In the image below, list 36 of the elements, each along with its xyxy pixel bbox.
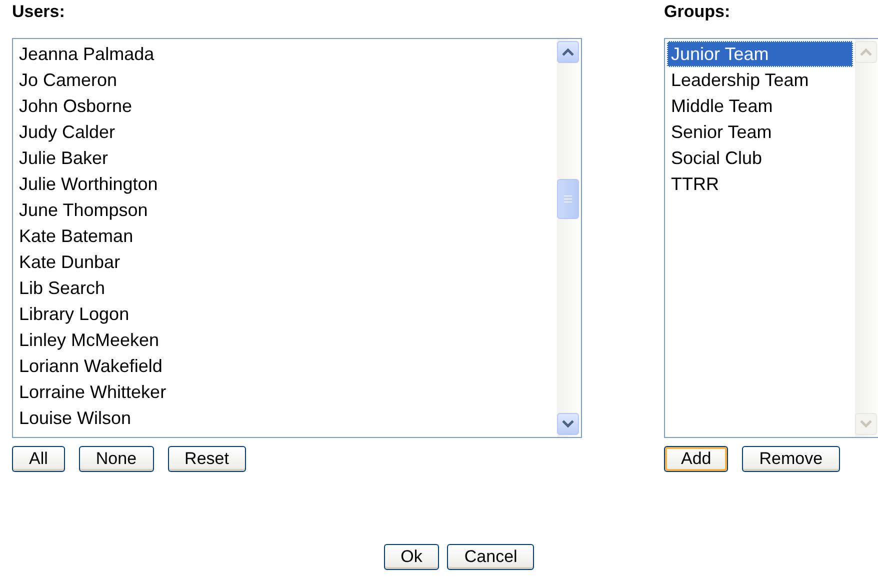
list-item[interactable]: Linley McMeeken xyxy=(15,327,164,353)
list-item[interactable]: John Osborne xyxy=(15,93,136,119)
list-item[interactable]: Middle Team xyxy=(667,93,777,119)
list-item[interactable]: Kate Dunbar xyxy=(15,249,124,275)
list-item[interactable]: Julie Baker xyxy=(15,145,112,171)
list-item[interactable]: Lorraine Whitteker xyxy=(15,379,170,405)
scroll-up-icon[interactable] xyxy=(562,48,574,56)
list-item[interactable]: Jeanna Palmada xyxy=(15,41,158,67)
list-item[interactable]: Kate Bateman xyxy=(15,223,138,249)
list-item[interactable]: Louise Wilson xyxy=(15,405,136,431)
list-box[interactable] xyxy=(12,38,582,438)
list-item[interactable]: TTRR xyxy=(667,171,723,197)
list-box[interactable]: Junior Team Leadership Team Middle Team Senior Team Social Club TTRR xyxy=(664,38,878,438)
button[interactable]: None xyxy=(78,446,154,472)
list-item[interactable]: Julie Worthington xyxy=(15,171,162,197)
scroll-down-icon[interactable] xyxy=(562,420,574,428)
list-item[interactable]: June Thompson xyxy=(15,197,152,223)
list-item[interactable]: Loriann Wakefield xyxy=(15,353,166,379)
list-item[interactable]: Senior Team xyxy=(667,119,776,145)
scroll-thumb[interactable] xyxy=(557,179,579,219)
button[interactable]: Remove xyxy=(742,446,840,472)
button[interactable]: Ok xyxy=(384,544,440,570)
list-item[interactable]: Social Club xyxy=(667,145,766,171)
button[interactable]: Cancel xyxy=(447,544,534,570)
list-item[interactable]: Lib Search xyxy=(15,275,110,301)
list-item[interactable]: Jo Cameron xyxy=(15,67,122,93)
scrollbar[interactable] xyxy=(557,39,581,437)
list-label: Users: xyxy=(12,2,65,22)
button[interactable]: All xyxy=(12,446,65,472)
list-item[interactable]: Leadership Team xyxy=(667,67,813,93)
list-label: Groups: xyxy=(664,2,730,22)
list-item[interactable]: Junior Team xyxy=(667,41,853,67)
button[interactable]: Add xyxy=(664,446,728,472)
list-item[interactable]: Judy Calder xyxy=(15,119,120,145)
list-item[interactable]: Library Logon xyxy=(15,301,134,327)
button[interactable]: Reset xyxy=(168,446,246,472)
